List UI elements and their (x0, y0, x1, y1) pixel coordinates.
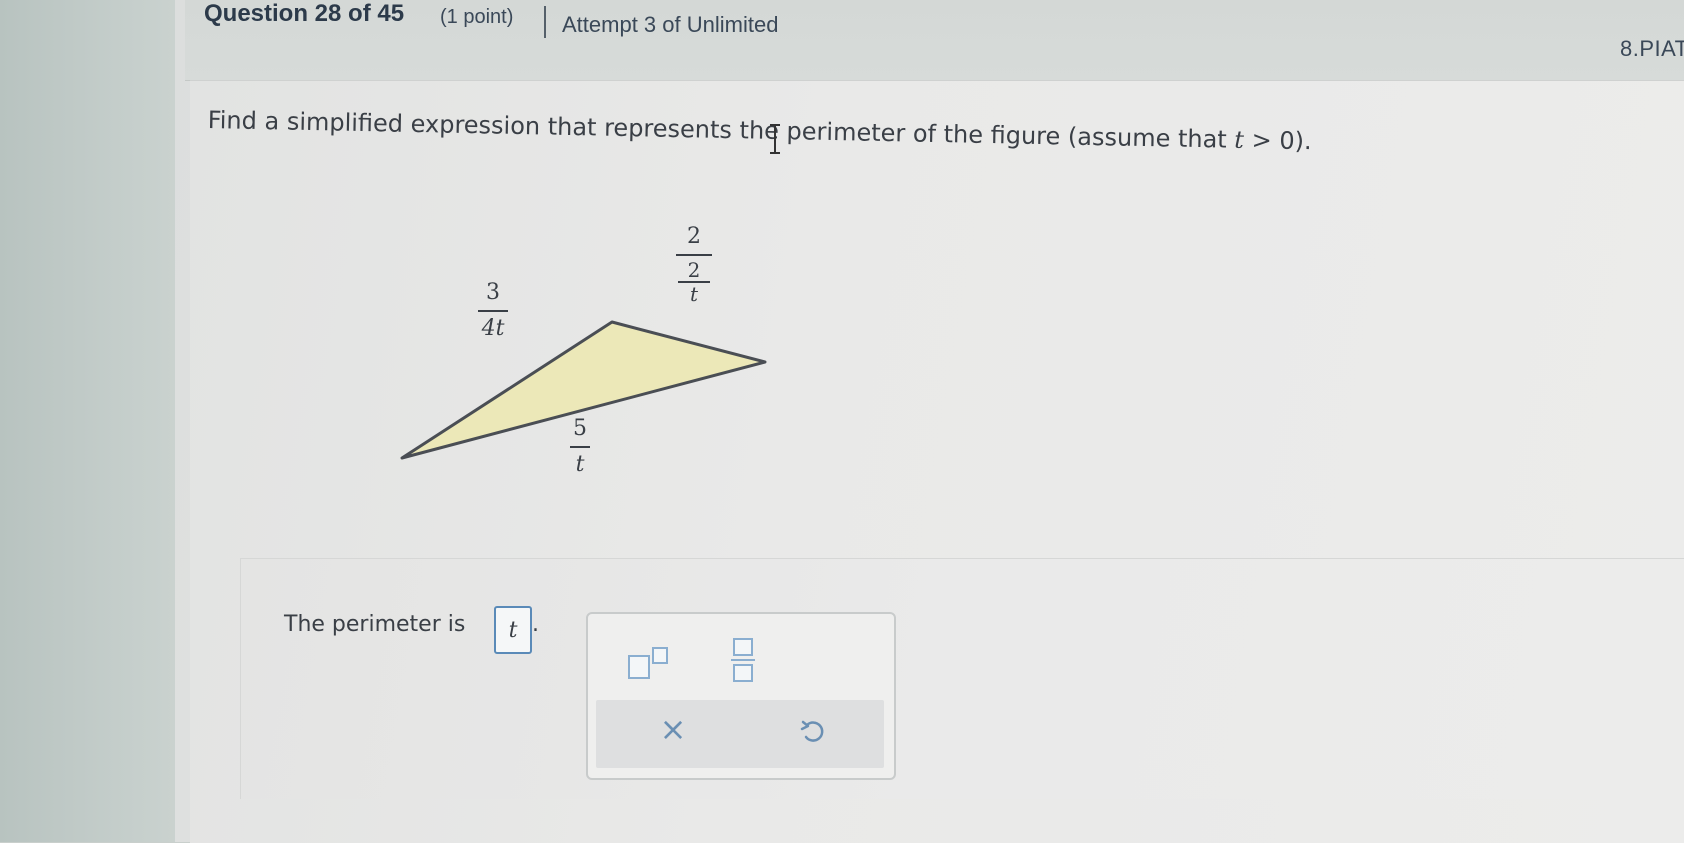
clear-button[interactable]: × (648, 704, 698, 754)
answer-card (240, 558, 1684, 799)
label-left-side: 3 4t (478, 280, 508, 342)
label-left-denominator: 4t (481, 316, 505, 341)
palette-action-bar (596, 700, 884, 768)
attempt-counter: Attempt 3 of Unlimited (562, 12, 779, 37)
answer-period: . (532, 612, 539, 637)
question-points: (1 point) (440, 6, 514, 28)
fraction-bar (570, 446, 590, 448)
math-palette: × (586, 612, 896, 780)
undo-icon (800, 720, 824, 742)
question-header (185, 0, 1684, 81)
triangle-svg (400, 320, 767, 460)
exponent-button[interactable] (618, 636, 678, 686)
exponent-power-icon (652, 646, 668, 664)
label-right-side: 2 2 t (676, 224, 712, 304)
fraction-bar (478, 310, 508, 312)
answer-label: The perimeter is (284, 612, 466, 637)
fraction-numerator-icon (733, 638, 753, 656)
label-right-inner-denominator: t (689, 281, 699, 306)
fraction-bar (676, 254, 712, 256)
label-bottom-side: 5 t (570, 416, 590, 478)
section-code: 8.PIAT (1620, 36, 1684, 61)
triangle-figure: 3 4t 2 2 t 5 t (380, 224, 800, 510)
label-bottom-denominator: t (575, 452, 585, 477)
answer-input[interactable]: t (494, 606, 532, 654)
close-icon: × (659, 710, 687, 748)
exponent-base-icon (628, 655, 650, 679)
question-number: Question 28 of 45 (204, 0, 405, 27)
label-right-denominator: 2 t (678, 260, 710, 304)
fraction-button[interactable] (708, 632, 778, 688)
header-divider (544, 6, 546, 38)
label-right-inner-numerator: 2 (687, 258, 701, 282)
label-right-numerator: 2 (687, 224, 701, 249)
label-bottom-numerator: 5 (573, 416, 587, 441)
label-left-numerator: 3 (486, 280, 500, 305)
text-cursor-icon (770, 124, 780, 154)
fraction-bar-icon (731, 659, 755, 661)
undo-button[interactable] (788, 706, 838, 756)
fraction-denominator-icon (733, 664, 753, 682)
prompt-condition: > 0). (1243, 125, 1312, 156)
